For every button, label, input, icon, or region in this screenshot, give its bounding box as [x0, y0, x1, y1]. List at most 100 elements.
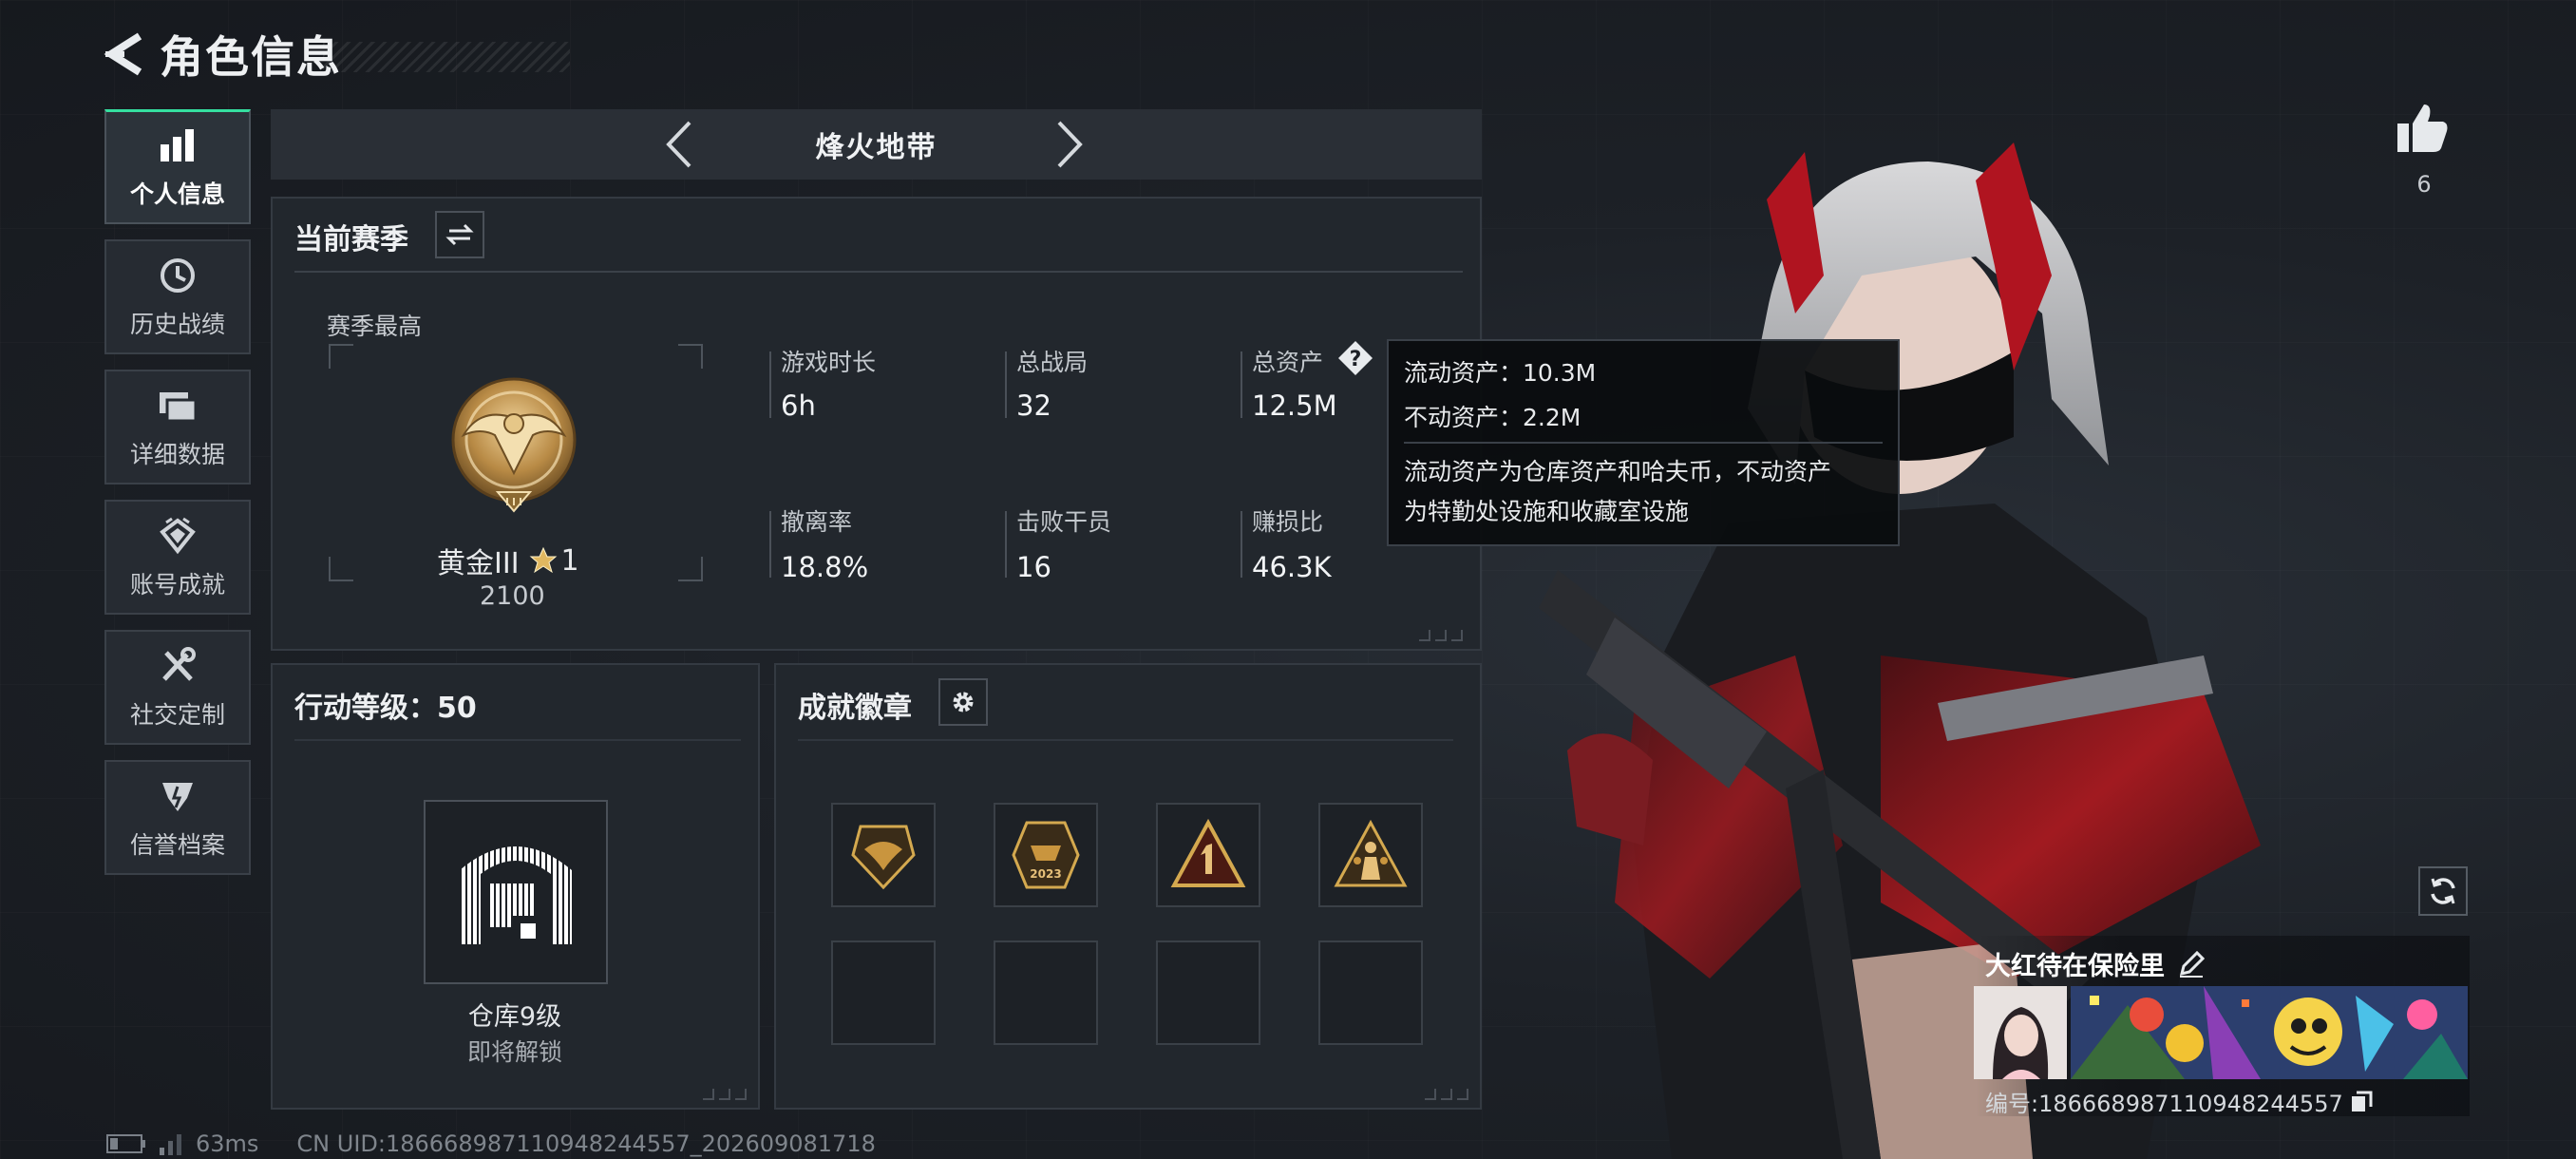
unlock-status: 即将解锁 — [466, 1038, 562, 1066]
unlock-name: 仓库9级 — [467, 1002, 562, 1032]
badges-title: 成就徽章 — [798, 692, 912, 725]
panel-divider — [798, 739, 1453, 741]
badge-slot[interactable] — [1156, 803, 1260, 907]
sidebar-item-history[interactable]: 历史战绩 — [104, 239, 251, 354]
profile-banner — [2071, 986, 2468, 1079]
title-decoration — [323, 42, 570, 72]
stat-label: 击败干员 — [1016, 508, 1112, 536]
rank-stars: 1 — [560, 543, 579, 578]
clock-icon — [157, 255, 199, 296]
badge-settings-button[interactable] — [938, 678, 988, 726]
like-button[interactable] — [2396, 103, 2453, 160]
sidebar-item-label: 个人信息 — [129, 180, 225, 208]
panel-corner-decoration — [1419, 630, 1463, 641]
badge-year-emblem-icon: 2023 — [1012, 821, 1080, 889]
stat-label: 撤离率 — [781, 508, 853, 536]
panel-corner-decoration — [703, 1089, 747, 1100]
badge-triangle-emblem-icon — [1170, 818, 1246, 887]
status-bar: 63ms CN UID:186668987110948244557_202609… — [106, 1130, 876, 1157]
sidebar-item-personal-info[interactable]: 个人信息 — [104, 109, 251, 224]
battery-icon — [106, 1134, 145, 1153]
stat-label: 总战局 — [1016, 349, 1089, 376]
profile-name: 大红待在保险里 — [1985, 952, 2165, 981]
sidebar-item-reputation[interactable]: 信誉档案 — [104, 760, 251, 875]
sidebar-item-label: 账号成就 — [129, 570, 225, 598]
chevron-right-icon — [1057, 121, 1083, 168]
swap-icon — [445, 223, 474, 246]
uid-text: CN UID:186668987110948244557_20260908171… — [296, 1130, 876, 1157]
chevron-left-icon — [666, 121, 691, 168]
prev-mode-button[interactable] — [653, 119, 704, 170]
refresh-button[interactable] — [2418, 866, 2468, 916]
stat-divider — [769, 352, 771, 418]
gear-icon — [953, 692, 974, 712]
gold-rank-emblem-icon — [451, 377, 577, 513]
help-icon: ? — [1338, 341, 1373, 375]
badge-soldiers-emblem-icon — [1334, 819, 1408, 887]
mode-label: 烽火地带 — [815, 131, 938, 164]
ping-text: 63ms — [196, 1130, 259, 1157]
signal-icon — [160, 1134, 181, 1155]
tooltip-fixed-assets: 不动资产：2.2M — [1404, 404, 1582, 431]
tooltip-divider — [1404, 442, 1883, 444]
back-button[interactable] — [95, 26, 152, 83]
badge-slot-empty[interactable] — [1156, 940, 1260, 1045]
badge-slot[interactable] — [831, 803, 936, 907]
stat-value: 12.5M — [1252, 390, 1337, 422]
tools-icon — [157, 645, 199, 687]
mode-selector: 烽火地带 — [271, 109, 1482, 180]
star-icon — [529, 546, 557, 574]
badge-slot-empty[interactable] — [1318, 940, 1423, 1045]
stat-value: 16 — [1016, 551, 1051, 583]
warehouse-icon — [460, 846, 572, 944]
stat-divider — [1005, 511, 1007, 578]
edit-name-button[interactable] — [2176, 949, 2207, 979]
action-level-title: 行动等级：50 — [294, 692, 477, 725]
page-title: 角色信息 — [160, 31, 342, 83]
badge-slot[interactable]: 2023 — [994, 803, 1098, 907]
sidebar: 个人信息 历史战绩 详细数据 账号成就 社交定制 信誉档案 — [104, 109, 251, 890]
pencil-icon — [2179, 950, 2205, 978]
sidebar-item-label: 历史战绩 — [129, 310, 225, 338]
sidebar-item-achievements[interactable]: 账号成就 — [104, 500, 251, 615]
folder-icon — [157, 385, 199, 427]
shield-icon — [157, 775, 199, 817]
profile-id-row: 编号:186668987110948244557 — [1985, 1085, 2374, 1118]
next-mode-button[interactable] — [1045, 119, 1096, 170]
badge-slot-empty[interactable] — [831, 940, 936, 1045]
avatar[interactable] — [1974, 986, 2067, 1079]
stat-divider — [1005, 352, 1007, 418]
stat-label: 游戏时长 — [781, 349, 877, 376]
thumbs-up-icon — [2397, 104, 2448, 152]
stat-value: 32 — [1016, 390, 1051, 422]
badge-slot-empty[interactable] — [994, 940, 1098, 1045]
stat-value: 6h — [781, 390, 816, 422]
asset-tooltip: 流动资产：10.3M 不动资产：2.2M 流动资产为仓库资产和哈夫币，不动资产 … — [1387, 339, 1900, 546]
rank-score: 2100 — [480, 581, 545, 611]
badge-slot[interactable] — [1318, 803, 1423, 907]
like-count: 6 — [2416, 171, 2432, 198]
back-arrow-icon — [104, 32, 142, 76]
rank-row: 黄金III 1 — [437, 540, 579, 581]
asset-help-button[interactable]: ? — [1337, 340, 1373, 376]
panel-divider — [294, 739, 741, 741]
refresh-icon — [2431, 878, 2455, 904]
stat-value: 18.8% — [781, 551, 869, 583]
profile-id: 编号:186668987110948244557 — [1985, 1091, 2343, 1117]
tooltip-liquid-assets: 流动资产：10.3M — [1404, 359, 1597, 387]
stat-divider — [1241, 511, 1242, 578]
stat-value: 46.3K — [1252, 551, 1332, 583]
copy-id-button[interactable] — [2349, 1090, 2374, 1114]
sidebar-item-label: 社交定制 — [129, 700, 225, 729]
stat-label: 总资产 — [1252, 349, 1324, 376]
switch-season-button[interactable] — [435, 211, 484, 258]
sidebar-item-social[interactable]: 社交定制 — [104, 630, 251, 745]
badge-year-text: 2023 — [1030, 867, 1061, 881]
rank-name: 黄金III — [437, 547, 520, 580]
sidebar-item-detailed-data[interactable]: 详细数据 — [104, 370, 251, 484]
season-best-label: 赛季最高 — [327, 313, 423, 340]
tooltip-description-line1: 流动资产为仓库资产和哈夫币，不动资产 — [1404, 458, 1832, 485]
profile-name-row: 大红待在保险里 — [1985, 945, 2207, 982]
stat-divider — [769, 511, 771, 578]
tooltip-description-line2: 为特勤处设施和收藏室设施 — [1404, 498, 1690, 525]
